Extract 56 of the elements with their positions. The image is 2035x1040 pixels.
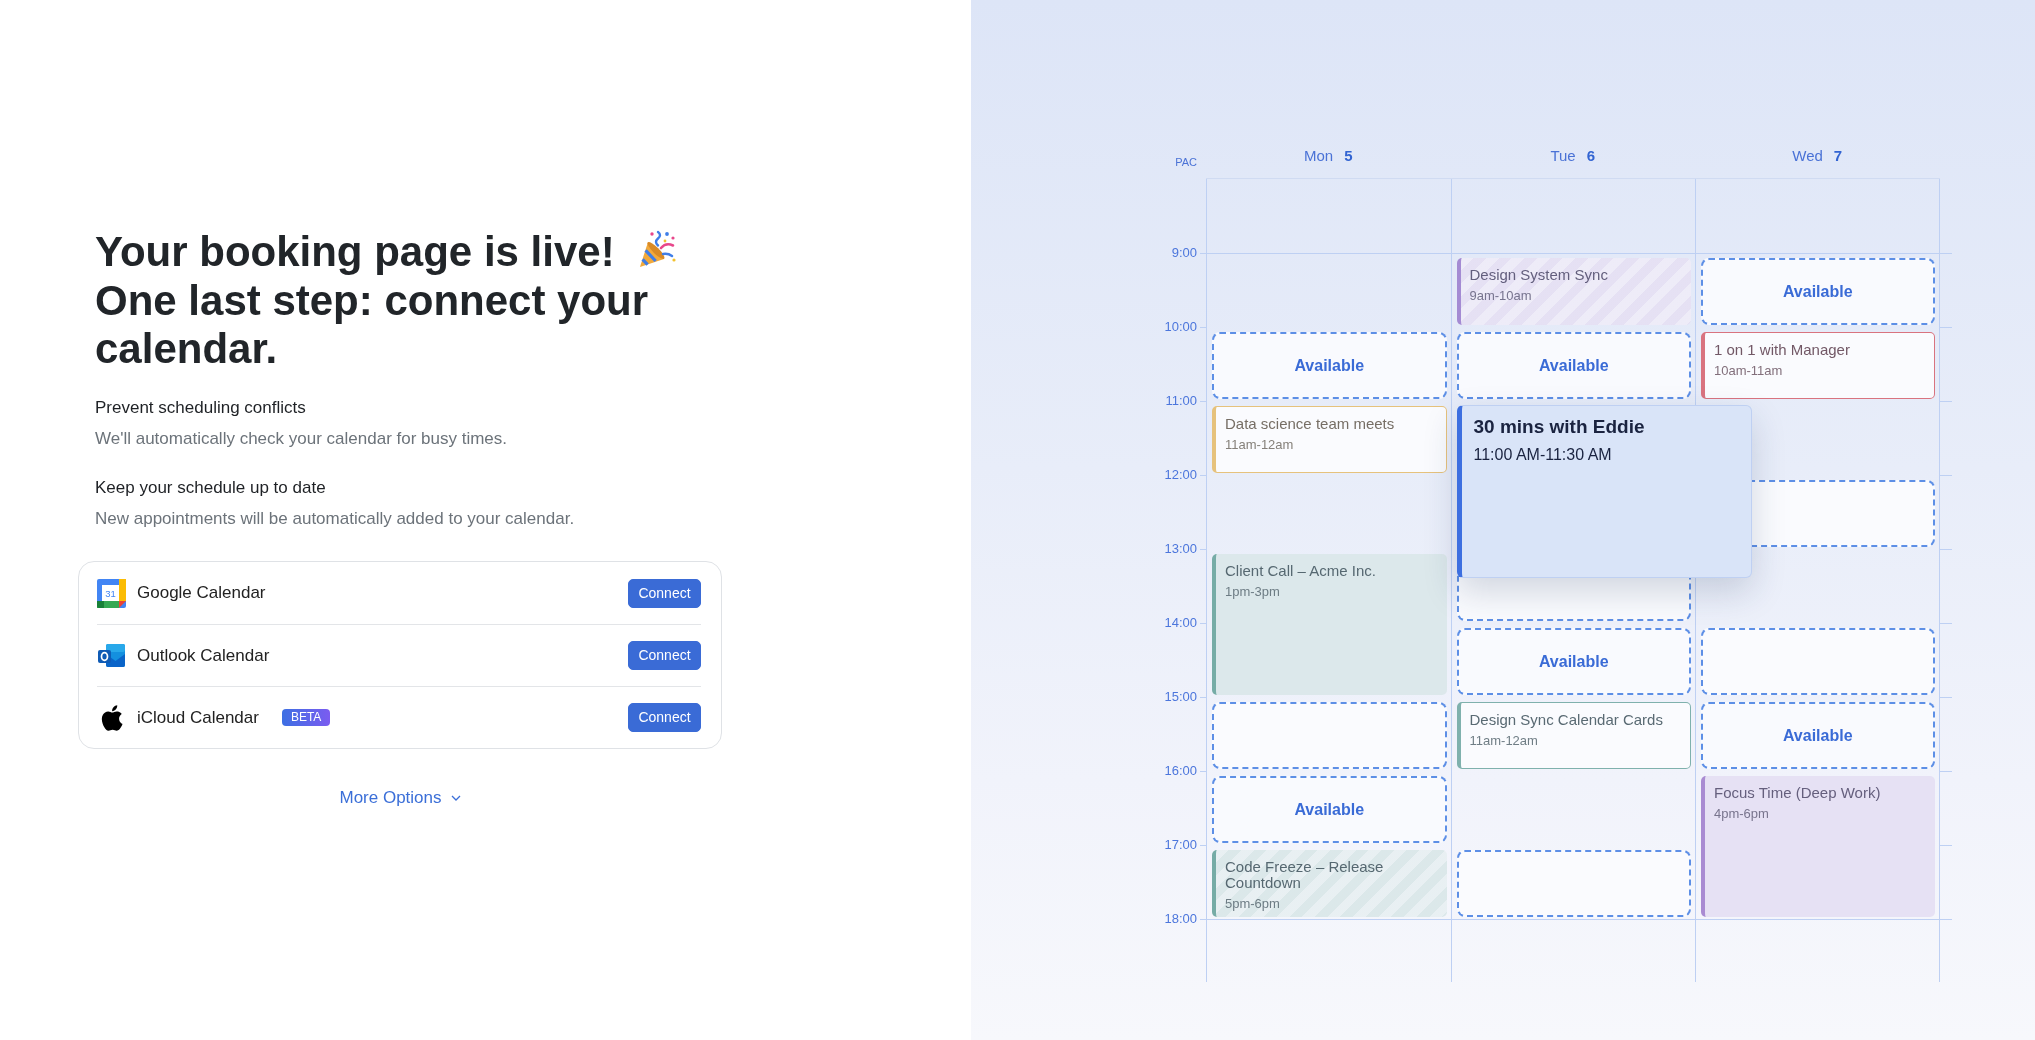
headline-subtitle: One last step: connect your calendar. — [95, 276, 650, 375]
available-slot: Available — [1701, 702, 1935, 769]
event-time: 11am-12am — [1469, 731, 1539, 749]
date-label: 5 — [1344, 145, 1353, 166]
weekday-label: Tue — [1550, 145, 1576, 166]
event-title: Focus Time (Deep Work) — [1714, 785, 1882, 801]
apple-icon — [100, 704, 123, 731]
time-label: 14:00 — [1164, 615, 1197, 631]
time-label: 13:00 — [1164, 541, 1197, 557]
beta-badge: BETA — [281, 709, 331, 727]
event-time: 10am-11am — [1714, 361, 1784, 379]
event-time: 5pm-6pm — [1225, 894, 1281, 912]
timezone-label: PAC — [1175, 156, 1197, 169]
provider-name: Outlook Calendar — [137, 644, 270, 667]
event-title: Design System Sync — [1469, 267, 1609, 283]
time-label: 17:00 — [1164, 837, 1197, 853]
time-label: 18:00 — [1164, 911, 1197, 927]
provider-name: iCloud Calendar — [137, 706, 259, 729]
time-label: 15:00 — [1164, 689, 1197, 705]
chevron-down-icon — [450, 794, 461, 801]
benefit-title: Keep your schedule up to date — [94, 477, 327, 500]
more-options-button[interactable]: More Options — [339, 785, 461, 811]
time-label: 10:00 — [1164, 319, 1197, 335]
available-slot: Available — [1701, 258, 1935, 325]
time-label: 9:00 — [1171, 245, 1197, 261]
provider-name: Google Calendar — [137, 582, 266, 605]
benefit-title: Prevent scheduling conflicts — [94, 397, 307, 420]
available-slot: Available — [1212, 776, 1447, 843]
event-title: 1 on 1 with Manager — [1714, 342, 1851, 358]
time-label: 11:00 — [1165, 393, 1197, 409]
event-time: 4pm-6pm — [1714, 804, 1770, 822]
booking-time: 11:00 AM-11:30 AM — [1473, 445, 1613, 465]
headline: Your booking page is live! — [95, 228, 615, 275]
weekday-label: Wed — [1792, 145, 1823, 166]
connect-button[interactable]: Connect — [628, 641, 701, 671]
date-label: 7 — [1833, 145, 1843, 166]
date-label: 6 — [1586, 145, 1596, 166]
event-time: 11am-12am — [1225, 435, 1295, 453]
benefit-text: New appointments will be automatically added to your calendar. — [94, 507, 576, 530]
event-title: Code Freeze – Release Countdown — [1225, 859, 1385, 891]
event-title: Client Call – Acme Inc. — [1225, 563, 1377, 579]
benefit-text: We'll automatically check your calendar for busy times. — [94, 427, 509, 450]
available-slot: Available — [1212, 332, 1447, 399]
event-title: Design Sync Calendar Cards — [1469, 712, 1664, 728]
available-slot: Available — [1456, 628, 1691, 695]
time-label: 12:00 — [1164, 467, 1197, 483]
calendar-icon: 31 — [97, 578, 126, 608]
available-slot: Available — [1456, 332, 1691, 399]
event-time: 1pm-3pm — [1225, 582, 1281, 600]
connect-button[interactable]: Connect — [628, 578, 701, 608]
connect-button[interactable]: Connect — [628, 703, 701, 733]
event-title: Data science team meets — [1225, 416, 1396, 432]
event-time: 9am-10am — [1469, 286, 1533, 304]
weekday-label: Mon — [1304, 145, 1334, 166]
time-label: 16:00 — [1164, 763, 1197, 779]
booking-title: 30 mins with Eddie — [1473, 415, 1646, 439]
